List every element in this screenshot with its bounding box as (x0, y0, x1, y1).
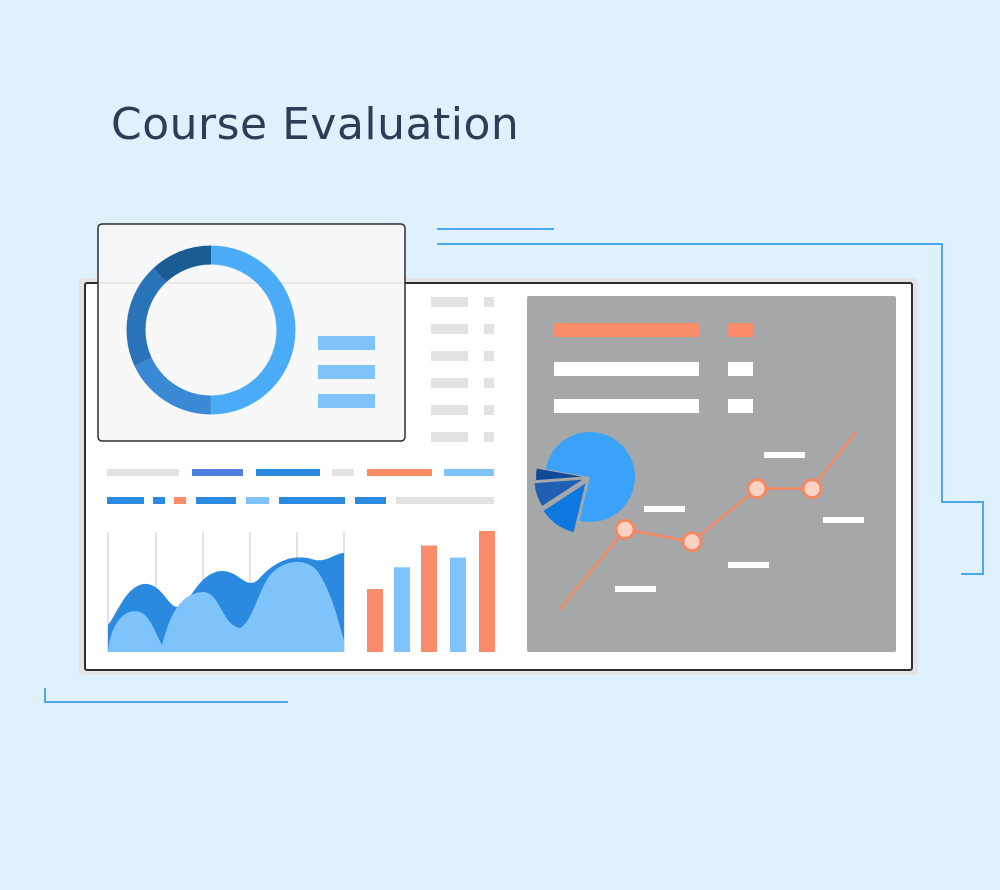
donut-widget (97, 223, 406, 442)
line-point (801, 478, 823, 500)
line-point (746, 478, 768, 500)
line-point (614, 518, 636, 540)
bar (421, 545, 437, 652)
donut-legend-bar (318, 336, 375, 350)
line-point (681, 531, 703, 553)
bar (394, 567, 410, 652)
bar (450, 557, 466, 652)
bar (367, 589, 383, 652)
donut-legend-bar (318, 365, 375, 379)
dashboard-illustration (44, 223, 984, 703)
donut-legend-bar (318, 394, 375, 408)
bar (479, 531, 495, 652)
